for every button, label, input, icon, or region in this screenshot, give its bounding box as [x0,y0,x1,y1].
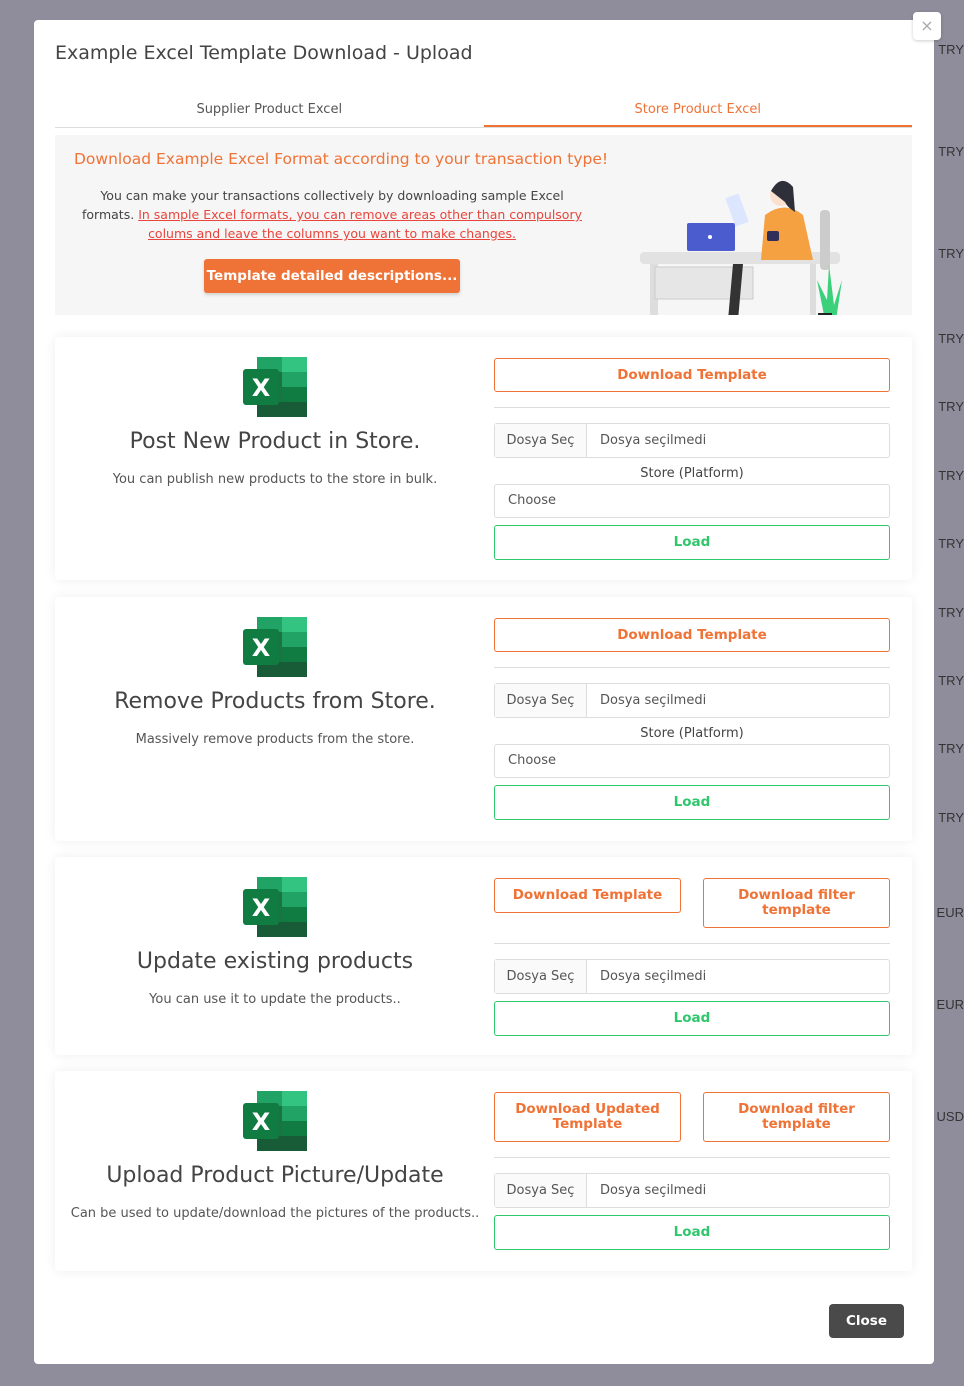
template-card: X Update existing products You can use it … [55,857,912,1055]
woman-at-desk-illustration [640,180,842,315]
svg-text:X: X [252,634,271,662]
svg-text:X: X [252,374,271,402]
tabs: Supplier Product Excel Store Product Exc… [55,98,912,128]
file-name: Dosya seçilmedi [600,693,707,708]
load-button[interactable]: Load [494,1001,890,1036]
template-descriptions-button[interactable]: Template detailed descriptions... [204,259,460,293]
platform-label: Store (Platform) [640,726,744,741]
load-button[interactable]: Load [494,525,890,560]
background-currency: TRY [938,331,964,346]
background-currency: EUR [936,997,964,1012]
background-currency: TRY [938,42,964,57]
file-input[interactable]: Dosya Seç Dosya seçilmedi [494,1173,890,1208]
card-info: X Upload Product Picture/Update Can be use… [55,1071,495,1221]
card-actions: Download Template Download filter templat… [494,878,890,1036]
card-info: X Update existing products You can use it … [55,857,495,1007]
card-title: Post New Product in Store. [129,429,421,454]
background-currency: EUR [936,905,964,920]
banner-link[interactable]: In sample Excel formats, you can remove … [138,207,582,241]
card-title: Upload Product Picture/Update [106,1163,444,1188]
download-template-button[interactable]: Download Updated Template [494,1092,681,1142]
choose-file-button[interactable]: Dosya Seç [495,960,587,993]
background-currency: USD [936,1109,964,1124]
card-actions: Download Updated Template Download filter… [494,1092,890,1250]
excel-icon: X [243,1091,307,1151]
divider [494,1157,890,1158]
download-filter-template-button[interactable]: Download filter template [703,1092,890,1142]
excel-icon: X [243,877,307,937]
tab-store-product-excel[interactable]: Store Product Excel [483,98,912,127]
background-currency: TRY [938,673,964,688]
file-name: Dosya seçilmedi [600,1183,707,1198]
background-currency: TRY [938,144,964,159]
card-info: X Post New Product in Store. You can publi… [55,337,495,487]
info-banner: Download Example Excel Format according … [55,135,912,315]
choose-file-button[interactable]: Dosya Seç [495,424,587,457]
banner-text: You can make your transactions collectiv… [75,186,589,243]
card-description: Massively remove products from the store… [135,732,415,747]
background-currency: TRY [938,246,964,261]
background-currency: TRY [938,536,964,551]
load-button[interactable]: Load [494,1215,890,1250]
excel-icon: X [243,617,307,677]
excel-template-modal: Example Excel Template Download - Upload… [34,20,934,1364]
download-template-button[interactable]: Download Template [494,618,890,652]
store-platform-select[interactable]: Choose [494,484,890,518]
close-icon[interactable]: × [913,12,941,40]
tab-supplier-product-excel[interactable]: Supplier Product Excel [55,98,484,127]
card-actions: Download Template Dosya Seç Dosya seçilmed… [494,618,890,820]
excel-icon: X [243,357,307,417]
platform-label: Store (Platform) [640,466,744,481]
template-card: X Remove Products from Store. Massively re… [55,597,912,841]
card-description: You can publish new products to the stor… [112,472,438,487]
background-currency: TRY [938,468,964,483]
banner-heading: Download Example Excel Format according … [74,150,609,168]
modal-title: Example Excel Template Download - Upload [55,42,473,64]
template-card: X Upload Product Picture/Update Can be use… [55,1071,912,1271]
background-currency: TRY [938,810,964,825]
card-actions: Download Template Dosya Seç Dosya seçilmed… [494,358,890,560]
divider [494,943,890,944]
background-currency: TRY [938,741,964,756]
file-name: Dosya seçilmedi [600,969,707,984]
file-input[interactable]: Dosya Seç Dosya seçilmedi [494,423,890,458]
card-description: Can be used to update/download the pictu… [70,1206,480,1221]
card-description: You can use it to update the products.. [149,992,401,1007]
template-card: X Post New Product in Store. You can publi… [55,337,912,580]
download-template-button[interactable]: Download Template [494,358,890,392]
divider [494,667,890,668]
download-filter-template-button[interactable]: Download filter template [703,878,890,928]
load-button[interactable]: Load [494,785,890,820]
card-info: X Remove Products from Store. Massively re… [55,597,495,747]
card-title: Remove Products from Store. [114,689,436,714]
close-button[interactable]: Close [829,1304,904,1338]
store-platform-select[interactable]: Choose [494,744,890,778]
background-currency: TRY [938,399,964,414]
file-name: Dosya seçilmedi [600,433,707,448]
choose-file-button[interactable]: Dosya Seç [495,684,587,717]
svg-text:X: X [252,1108,271,1136]
divider [494,407,890,408]
background-currency: TRY [938,605,964,620]
file-input[interactable]: Dosya Seç Dosya seçilmedi [494,683,890,718]
choose-file-button[interactable]: Dosya Seç [495,1174,587,1207]
svg-text:X: X [252,894,271,922]
download-template-button[interactable]: Download Template [494,878,681,913]
file-input[interactable]: Dosya Seç Dosya seçilmedi [494,959,890,994]
card-title: Update existing products [136,949,414,974]
